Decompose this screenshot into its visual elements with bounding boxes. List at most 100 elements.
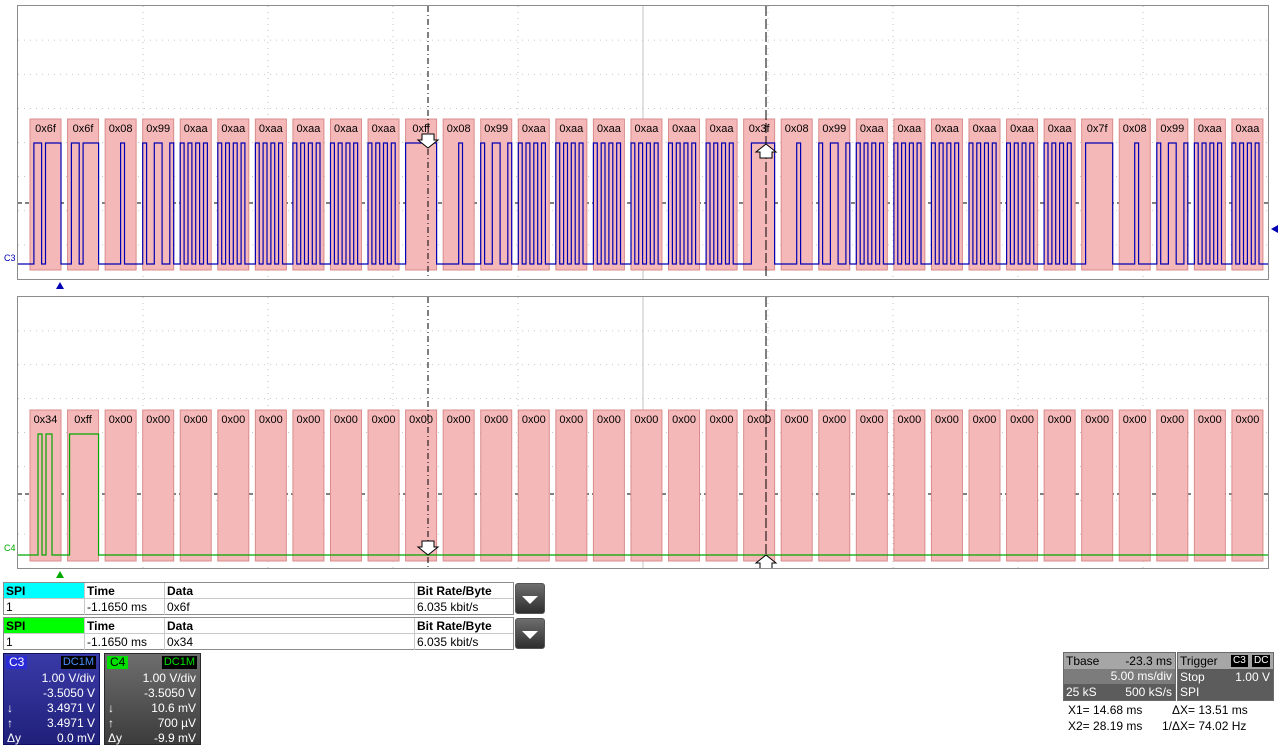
decode-byte-box bbox=[743, 409, 776, 562]
decode-byte-label: 0xaa bbox=[559, 123, 584, 135]
c3-trace-label: C3 bbox=[4, 253, 16, 263]
table-badge-spi-c3[interactable]: SPI bbox=[4, 583, 85, 599]
decode-byte-label: 0x00 bbox=[372, 414, 396, 426]
c3-trigger-level-marker[interactable] bbox=[1271, 225, 1278, 233]
decode-byte-label: 0xaa bbox=[221, 123, 246, 135]
decode-byte-box bbox=[405, 409, 438, 562]
decode-byte-label: 0x08 bbox=[109, 123, 133, 135]
tbase-samples: 25 kS bbox=[1066, 685, 1097, 699]
decode-byte-label: 0x00 bbox=[785, 414, 809, 426]
table-header-data[interactable]: Data bbox=[165, 583, 415, 599]
c3-trigger-position-marker[interactable] bbox=[56, 282, 64, 289]
decode-byte-box bbox=[442, 409, 475, 562]
c4-cursor1-value: 10.6 mV bbox=[151, 701, 196, 715]
decode-byte-label: 0x00 bbox=[1160, 414, 1184, 426]
decode-byte-label: 0x00 bbox=[334, 414, 358, 426]
c4-channel-descriptor[interactable]: C4 DC1M 1.00 V/div -3.5050 V ↓ 10.6 mV ↑… bbox=[104, 653, 201, 745]
row-index: 1 bbox=[4, 599, 85, 615]
decode-byte-label: 0xaa bbox=[259, 123, 284, 135]
decode-byte-label: 0x6f bbox=[73, 123, 95, 135]
trigger-descriptor[interactable]: Trigger C3 DC Stop 1.00 V SPI bbox=[1177, 652, 1274, 701]
decode-byte-box bbox=[517, 409, 550, 562]
trigger-level: 1.00 V bbox=[1235, 670, 1270, 684]
trigger-source-badge: C3 bbox=[1231, 655, 1248, 667]
decode-byte-box bbox=[1043, 409, 1076, 562]
decode-byte-label: 0xaa bbox=[1235, 123, 1260, 135]
decode-byte-label: 0x99 bbox=[146, 123, 170, 135]
decode-byte-box bbox=[104, 409, 137, 562]
down-arrow-icon: ↓ bbox=[7, 701, 13, 715]
decode-byte-label: 0x00 bbox=[635, 414, 659, 426]
decode-byte-box bbox=[930, 409, 963, 562]
decode-byte-box bbox=[67, 409, 100, 562]
decode-byte-label: 0xaa bbox=[597, 123, 622, 135]
row-bitrate: 6.035 kbit/s bbox=[417, 635, 479, 649]
decode-byte-label: 0xaa bbox=[635, 123, 660, 135]
decode-byte-label: 0x7f bbox=[1087, 123, 1109, 135]
decode-byte-label: 0x00 bbox=[1198, 414, 1222, 426]
table-header-bitrate[interactable]: Bit Rate/Byte bbox=[415, 583, 513, 599]
decode-table-c3: SPI Time Data Bit Rate/Byte 1 -1.1650 ms… bbox=[3, 582, 514, 615]
decode-byte-label: 0xaa bbox=[522, 123, 547, 135]
decode-byte-label: 0xaa bbox=[935, 123, 960, 135]
c4-offset: -3.5050 V bbox=[143, 686, 196, 700]
c4-position-marker[interactable] bbox=[56, 571, 64, 578]
up-arrow-icon: ↑ bbox=[108, 716, 114, 730]
up-arrow-icon: ↑ bbox=[7, 716, 13, 730]
table-badge-spi-c4[interactable]: SPI bbox=[4, 618, 85, 634]
c3-channel-descriptor[interactable]: C3 DC1M 1.00 V/div -3.5050 V ↓ 3.4971 V … bbox=[3, 653, 100, 745]
decode-byte-label: 0xaa bbox=[973, 123, 998, 135]
row-index: 1 bbox=[4, 634, 85, 650]
decode-byte-label: 0x00 bbox=[146, 414, 170, 426]
tbase-time-per-div: 5.00 ms/div bbox=[1110, 669, 1172, 683]
decode-byte-label: 0x08 bbox=[785, 123, 809, 135]
table-header-time[interactable]: Time bbox=[85, 583, 165, 599]
c4-trace-label: C4 bbox=[4, 543, 16, 553]
decode-byte-label: 0x00 bbox=[747, 414, 771, 426]
decode-byte-label: 0x00 bbox=[935, 414, 959, 426]
table-c3-dropdown-button[interactable] bbox=[515, 583, 545, 614]
decode-byte-label: 0x00 bbox=[1085, 414, 1109, 426]
decode-byte-box bbox=[142, 409, 175, 562]
decode-byte-label: 0xaa bbox=[296, 123, 321, 135]
c4-coupling-badge: DC1M bbox=[161, 656, 197, 669]
table-header-data[interactable]: Data bbox=[165, 618, 415, 634]
table-header-bitrate[interactable]: Bit Rate/Byte bbox=[415, 618, 513, 634]
decode-byte-box bbox=[555, 409, 588, 562]
tbase-delay: -23.3 ms bbox=[1125, 654, 1172, 668]
c4-delta-y-value: -9.9 mV bbox=[153, 731, 196, 745]
decode-byte-label: 0x00 bbox=[259, 414, 283, 426]
cursor-inverse-dx-readout: 1/ΔX= 74.02 Hz bbox=[1162, 719, 1247, 733]
c4-name-badge: C4 bbox=[107, 656, 129, 669]
decode-byte-label: 0x00 bbox=[221, 414, 245, 426]
decode-byte-label: 0xaa bbox=[184, 123, 209, 135]
decode-byte-box bbox=[743, 118, 776, 271]
table-c4-dropdown-button[interactable] bbox=[515, 618, 545, 649]
decode-byte-box bbox=[179, 409, 212, 562]
decode-byte-box bbox=[1081, 118, 1114, 271]
decode-byte-label: 0xaa bbox=[372, 123, 397, 135]
c3-vdiv: 1.00 V/div bbox=[41, 671, 95, 685]
decode-byte-box bbox=[1006, 409, 1039, 562]
decode-byte-box bbox=[1118, 409, 1151, 562]
decode-byte-box bbox=[329, 409, 362, 562]
decode-byte-box bbox=[1231, 409, 1264, 562]
c4-waveform-grid[interactable]: 0x34 0xff 0x00 0x00 0x00 0x00 0x00 0x00 0x00 0x00… bbox=[17, 296, 1269, 569]
table-header-time[interactable]: Time bbox=[85, 618, 165, 634]
table-row[interactable]: 1 -1.1650 ms 0x6f 6.035 kbit/s bbox=[4, 599, 513, 615]
row-data: 0x34 bbox=[165, 634, 415, 650]
c3-cursor1-value: 3.4971 V bbox=[46, 701, 95, 715]
decode-byte-box bbox=[668, 409, 701, 562]
decode-byte-box bbox=[1081, 409, 1114, 562]
decode-byte-box bbox=[893, 409, 926, 562]
decode-byte-box bbox=[855, 409, 888, 562]
decode-byte-box bbox=[780, 409, 813, 562]
decode-byte-box bbox=[254, 409, 287, 562]
table-row[interactable]: 1 -1.1650 ms 0x34 6.035 kbit/s bbox=[4, 634, 513, 650]
decode-byte-label: 0xaa bbox=[860, 123, 885, 135]
decode-byte-label: 0xaa bbox=[1010, 123, 1035, 135]
decode-byte-box bbox=[480, 409, 513, 562]
c3-waveform-grid[interactable]: 0x6f 0x6f 0x08 0x99 0xaa 0xaa 0xaa 0xaa 0xaa 0xaa… bbox=[17, 5, 1269, 280]
trigger-coupling-badge: DC bbox=[1252, 655, 1271, 667]
timebase-descriptor[interactable]: Tbase -23.3 ms 5.00 ms/div 25 kS 500 kS/… bbox=[1063, 652, 1176, 701]
